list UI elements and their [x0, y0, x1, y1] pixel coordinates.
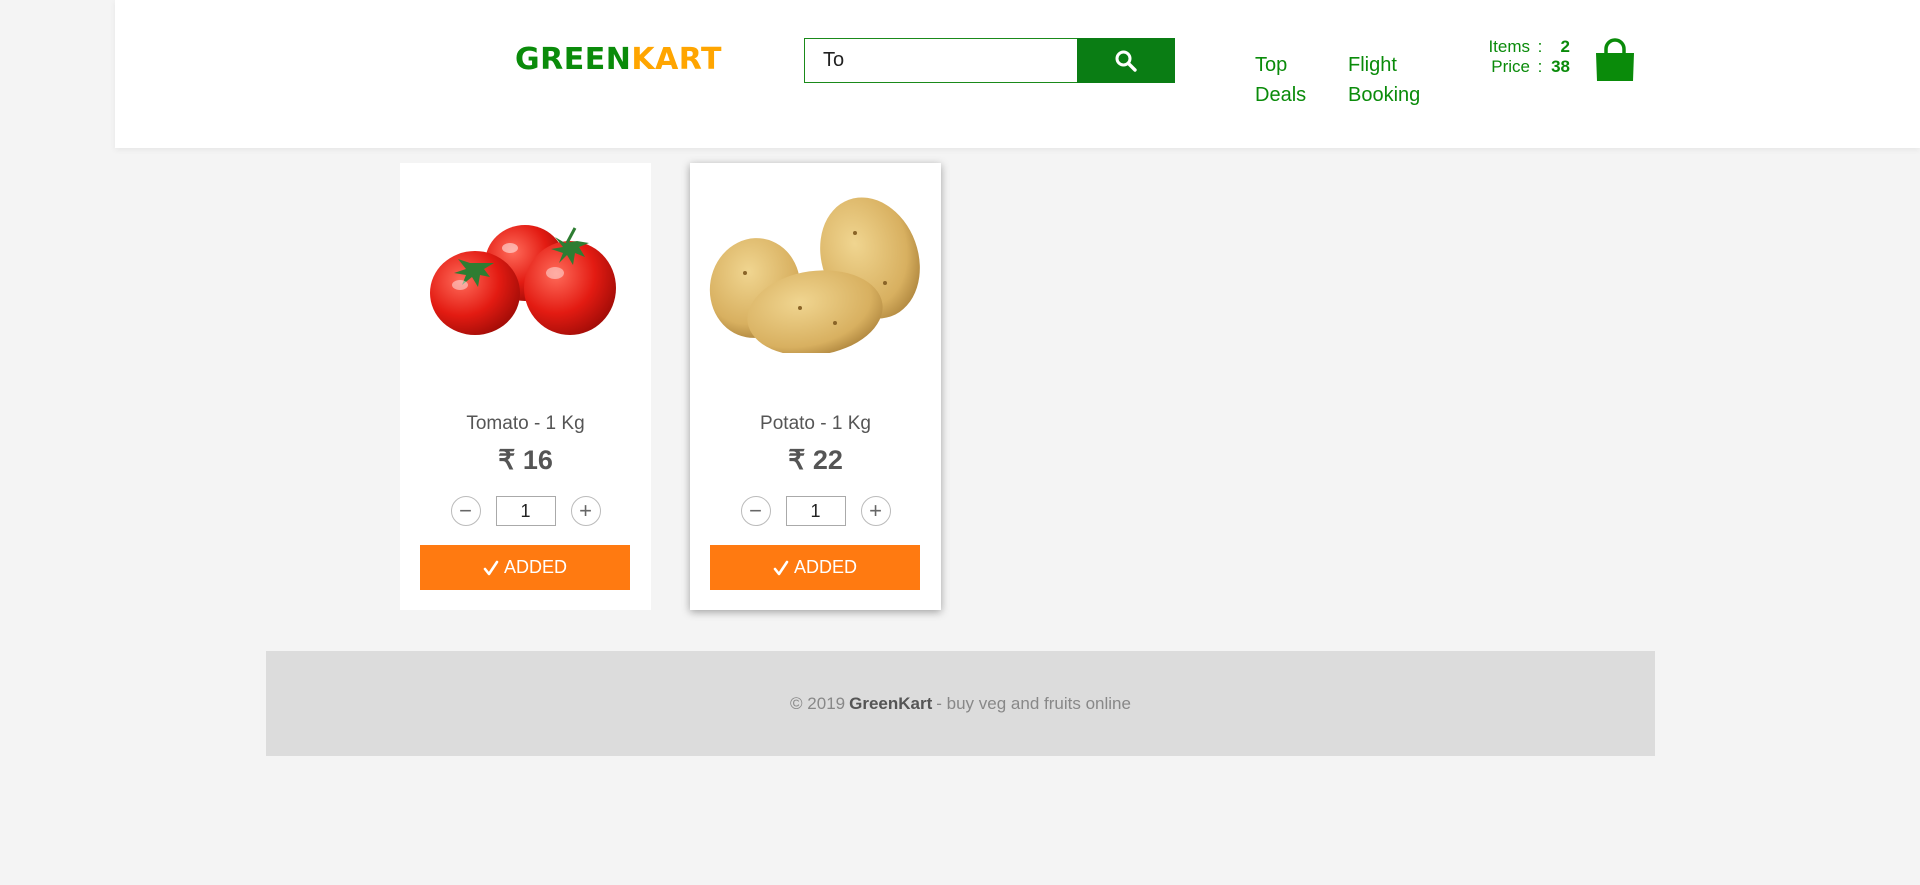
cart-items-separator: : — [1537, 37, 1543, 56]
cart-price-label: Price — [1491, 57, 1530, 76]
increment-button[interactable]: + — [860, 496, 891, 526]
quantity-stepper: − + — [690, 496, 941, 526]
cart-items-row: Items : 2 — [1480, 37, 1570, 57]
potato-image — [709, 197, 920, 353]
shopping-bag-icon[interactable] — [1593, 37, 1637, 83]
flight-booking-link[interactable]: Flight Booking — [1348, 50, 1438, 110]
tomato-image — [430, 225, 616, 335]
product-name: Potato - 1 Kg — [760, 413, 871, 434]
quantity-input[interactable] — [495, 496, 556, 526]
search-button[interactable] — [1077, 38, 1175, 83]
cart-items-label: Items — [1488, 37, 1530, 56]
flight-booking-line1: Flight — [1348, 54, 1397, 76]
cart-price-value: 38 — [1551, 57, 1570, 76]
cart-price-row: Price : 38 — [1480, 57, 1570, 77]
increment-button[interactable]: + — [570, 496, 601, 526]
footer-copyright: © 2019 — [790, 693, 846, 713]
product-price: ₹ 16 — [498, 445, 553, 475]
add-button-label: ADDED — [503, 557, 567, 577]
add-to-cart-button[interactable]: ADDED — [710, 545, 920, 590]
cart-price-separator: : — [1537, 57, 1543, 76]
header: GREENKART Top Deals Flight Booking Items… — [115, 0, 1920, 148]
brand-logo[interactable]: GREENKART — [515, 42, 722, 77]
decrement-button[interactable]: − — [450, 496, 481, 526]
cart-items-value: 2 — [1560, 37, 1570, 56]
top-deals-line2: Deals — [1255, 84, 1307, 106]
top-deals-link[interactable]: Top Deals — [1255, 50, 1345, 110]
search-input[interactable] — [804, 38, 1077, 83]
search-icon — [1115, 50, 1137, 72]
cart-summary: Items : 2 Price : 38 — [1480, 37, 1570, 77]
quantity-input[interactable] — [785, 496, 846, 526]
brand-kart: KART — [631, 42, 723, 77]
add-button-label: ADDED — [793, 557, 857, 577]
product-card-tomato: Tomato - 1 Kg ₹ 16 − + ADDED — [400, 163, 651, 610]
product-name: Tomato - 1 Kg — [466, 413, 585, 434]
check-icon — [773, 560, 789, 575]
footer: © 2019 GreenKart - buy veg and fruits on… — [266, 651, 1655, 756]
check-icon — [483, 560, 499, 575]
add-to-cart-button[interactable]: ADDED — [420, 545, 630, 590]
decrement-button[interactable]: − — [740, 496, 771, 526]
quantity-stepper: − + — [400, 496, 651, 526]
product-price: ₹ 22 — [788, 445, 843, 475]
top-deals-line1: Top — [1255, 54, 1288, 76]
product-card-potato: Potato - 1 Kg ₹ 22 − + ADDED — [690, 163, 941, 610]
footer-brand: GreenKart — [849, 693, 933, 713]
flight-booking-line2: Booking — [1348, 84, 1421, 106]
brand-green: GREEN — [515, 42, 632, 77]
footer-tagline: - buy veg and fruits online — [936, 693, 1131, 713]
